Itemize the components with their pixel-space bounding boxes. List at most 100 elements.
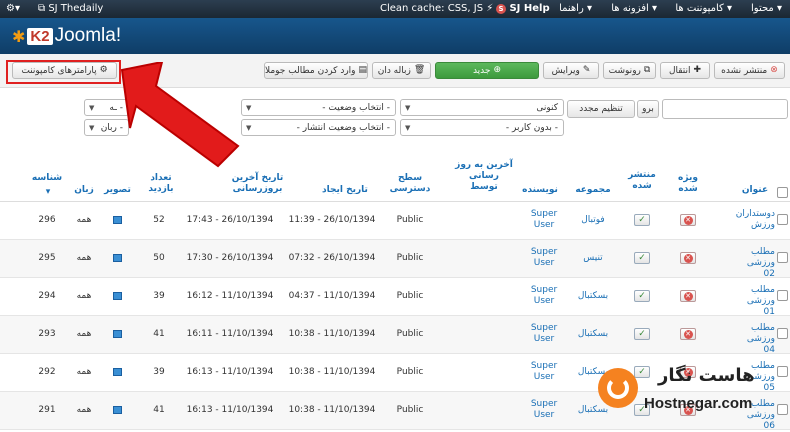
created-date: 07:32 - 26/10/1394 [288,253,376,263]
menu-content[interactable]: محتوا ▾ [751,3,782,14]
trash-filter-select[interactable]: ▼ کنونی [400,99,564,116]
sj-help-link[interactable]: S SJ Help [496,3,550,14]
modified-date: 16:13 - 11/10/1394 [186,405,274,415]
table-header: عنوان ویژه شده منتشر شده مجموعه نویسنده … [0,150,790,202]
move-button[interactable]: انتقال ✚ [660,62,710,79]
language-value: همه [76,405,92,415]
edit-button[interactable]: ویرایش ✎ [543,62,599,79]
col-id[interactable]: شناسه [26,173,68,184]
category-link[interactable]: بسکتبال [568,291,618,302]
published-toggle[interactable]: ✓ [634,328,650,340]
access-level: Public [396,215,424,225]
unpublish-button[interactable]: منتشر نشده ⊗ [714,62,785,79]
item-id: 292 [38,367,56,377]
new-button[interactable]: جدید ⊕ [435,62,539,79]
author-link[interactable]: Super User [524,399,564,421]
go-button[interactable]: برو [637,100,659,118]
access-level: Public [396,367,424,377]
access-level: Public [396,329,424,339]
x-icon: ✕ [683,253,693,263]
item-id: 291 [38,405,56,415]
table-row: مطلب ورزشی 02 ✕ ✓ تنیس Super User Public 07:32… [0,240,790,280]
language-value: همه [76,329,92,339]
author-link[interactable]: Super User [524,361,564,383]
col-category[interactable]: مجموعه [568,185,618,196]
col-modified[interactable]: تاریخ آخرین بروزرسانی [220,173,295,195]
edit-label: ویرایش [551,65,580,76]
col-language[interactable]: زبان [70,185,98,196]
go-label: برو [642,104,654,114]
published-toggle[interactable]: ✓ [634,252,650,264]
created-date: 10:38 - 11/10/1394 [288,329,376,339]
watermark-fa: هاست نگار [658,365,755,386]
hostnegar-watermark: هاست نگار Hostnegar.com [598,363,783,425]
caret-icon: ▼ [405,104,411,112]
move-label: انتقال [668,65,691,76]
trash-button[interactable]: زباله دان 🗑 [372,62,431,79]
category-link[interactable]: فوتبال [568,215,618,226]
author-link[interactable]: Super User [524,285,564,307]
featured-toggle[interactable]: ✕ [680,328,696,340]
menu-components[interactable]: کامپوننت ها ▾ [675,3,732,14]
image-icon[interactable] [113,216,122,224]
site-link[interactable]: ⧉ SJ Thedaily [38,3,103,14]
category-link[interactable]: تنیس [568,253,618,264]
import-joomla-button[interactable]: وارد کردن مطالب جوملا ▤ [264,62,368,79]
col-access[interactable]: سطح دسترسی [388,173,432,195]
menu-help[interactable]: راهنما ▾ [559,3,592,14]
featured-toggle[interactable]: ✕ [680,214,696,226]
item-title-link[interactable]: مطلب ورزشی 01 [735,285,775,318]
item-title-link[interactable]: مطلب ورزشی 02 [735,247,775,280]
author-link[interactable]: Super User [524,209,564,231]
col-author[interactable]: نویسنده [515,185,565,196]
author-link[interactable]: Super User [524,323,564,345]
image-icon[interactable] [113,292,122,300]
author-link[interactable]: Super User [524,247,564,269]
col-featured[interactable]: ویژه شده [670,173,706,195]
item-title-link[interactable]: مطلب ورزشی 04 [735,323,775,356]
featured-toggle[interactable]: ✕ [680,252,696,264]
x-icon: ✕ [683,215,693,225]
col-image[interactable]: تصویر [100,185,135,196]
created-date: 10:38 - 11/10/1394 [288,367,376,377]
caret-icon: ▼ [405,124,411,132]
clean-cache-link[interactable]: Clean cache: CSS, JS ⚡ [380,3,493,14]
copy-button[interactable]: رونوشت ⧉ [603,62,656,79]
circle-x-icon: ⊗ [770,65,778,75]
featured-toggle[interactable]: ✕ [680,290,696,302]
col-created[interactable]: تاریخ ایجاد [310,185,380,196]
col-last-editor[interactable]: آخرین به روز رسانی توسط [455,160,513,193]
modified-date: 16:12 - 11/10/1394 [186,291,274,301]
gear-menu-icon[interactable]: ⚙▾ [6,3,20,14]
image-icon[interactable] [113,254,122,262]
created-date: 11:39 - 26/10/1394 [288,215,376,225]
category-link[interactable]: بسکتبال [568,329,618,340]
published-toggle[interactable]: ✓ [634,214,650,226]
menu-extensions[interactable]: افزونه ها ▾ [611,3,657,14]
col-title[interactable]: عنوان [735,185,775,196]
author-filter-select[interactable]: ▼ - بدون کاربر - [400,119,564,136]
col-hits[interactable]: تعداد بازدید [142,173,180,195]
row-checkbox[interactable] [777,252,788,263]
search-input[interactable] [662,99,788,119]
access-level: Public [396,253,424,263]
publish-filter-select[interactable]: ▼ - انتخاب وضعیت انتشار - [241,119,396,136]
image-icon[interactable] [113,330,122,338]
item-id: 296 [38,215,56,225]
row-checkbox[interactable] [777,290,788,301]
col-published[interactable]: منتشر شده [624,170,660,192]
check-icon: ✓ [638,291,646,301]
site-name: SJ Thedaily [48,3,104,14]
image-icon[interactable] [113,368,122,376]
table-row: دوستداران ورزش ✕ ✓ فوتبال Super User Public 11… [0,202,790,240]
reset-button[interactable]: تنظیم مجدد [567,100,635,118]
image-icon[interactable] [113,406,122,414]
published-toggle[interactable]: ✓ [634,290,650,302]
item-title-link[interactable]: دوستداران ورزش [735,209,775,231]
row-checkbox[interactable] [777,214,788,225]
select-all-checkbox[interactable] [777,187,788,198]
row-checkbox[interactable] [777,328,788,339]
state-filter-value: - انتخاب وضعیت - [322,102,390,113]
clean-cache-label: Clean cache: CSS, JS [380,3,484,14]
state-filter-select[interactable]: ▼ - انتخاب وضعیت - [241,99,396,116]
